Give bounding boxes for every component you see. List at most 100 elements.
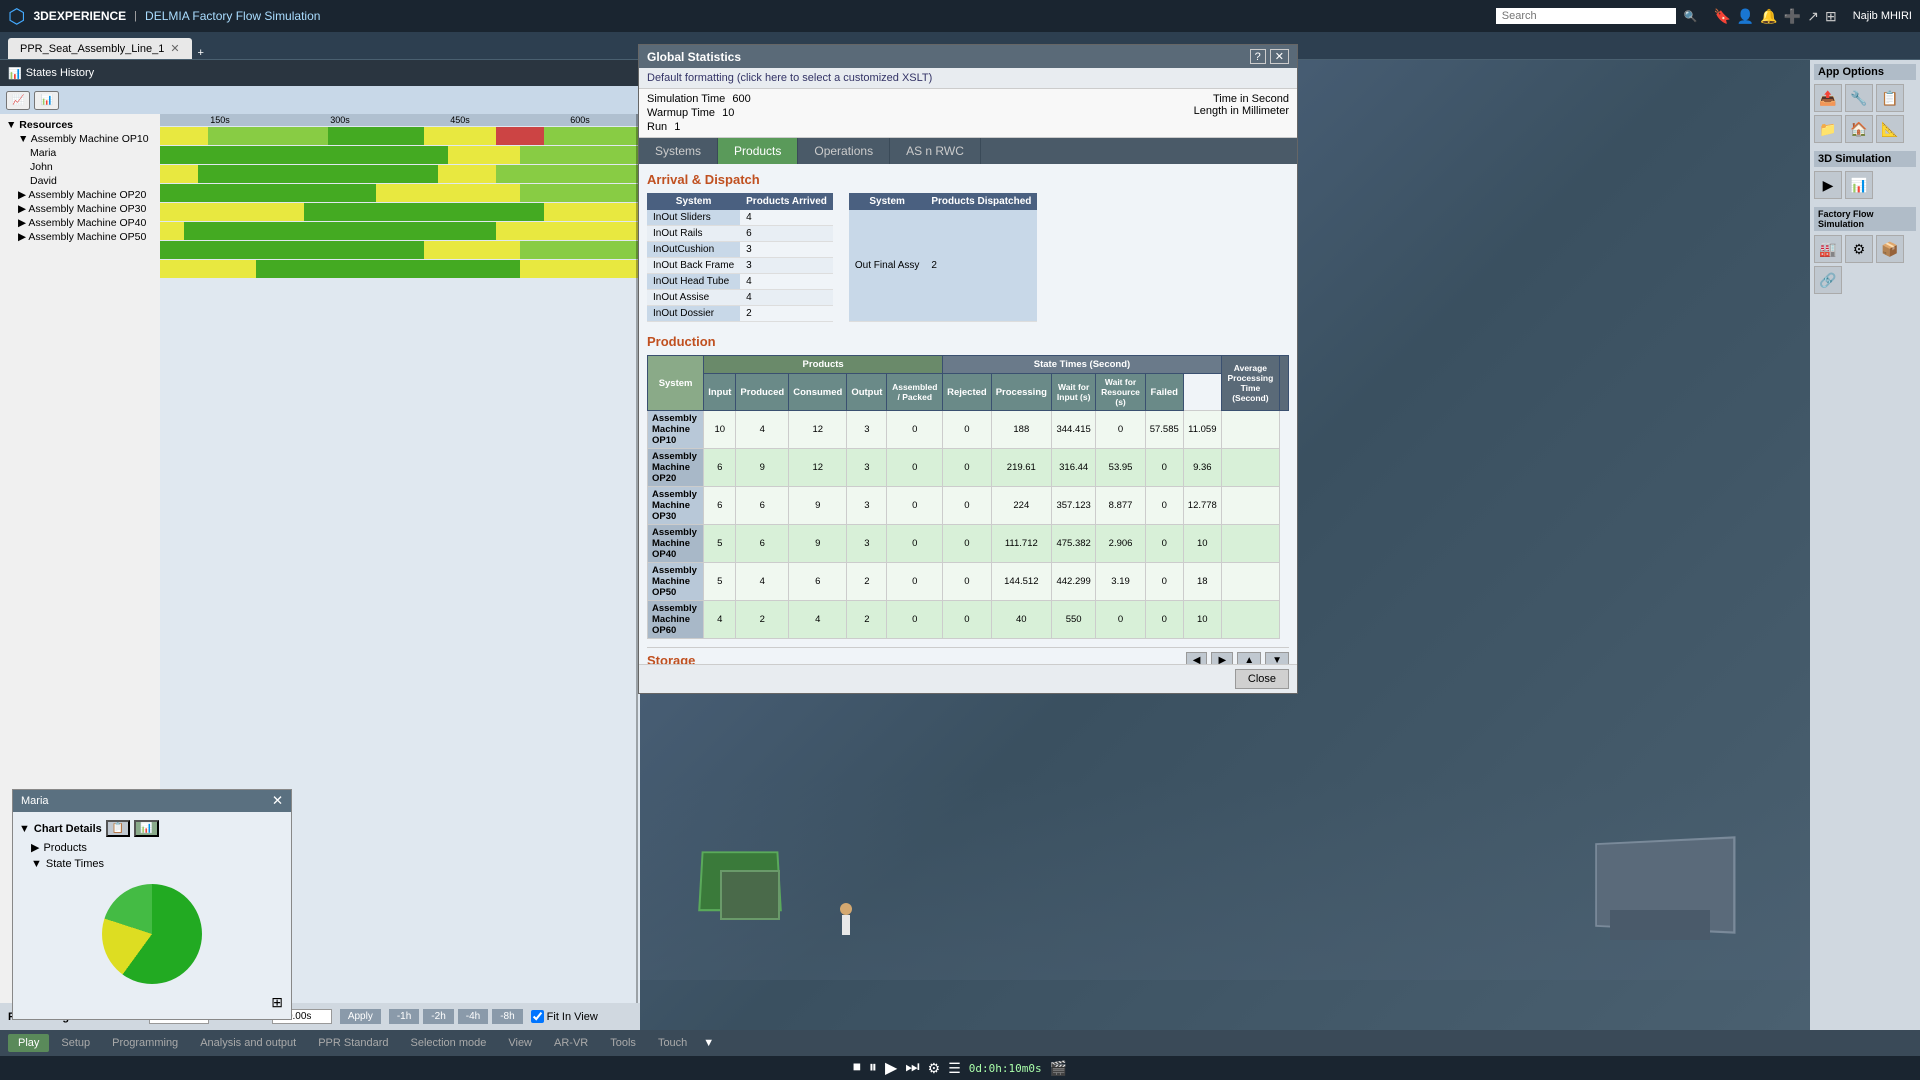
pb-play-btn[interactable]: ▶ xyxy=(885,1058,897,1078)
more-tabs-icon[interactable]: ▼ xyxy=(703,1037,714,1049)
bookmark-icon[interactable]: 🔖 xyxy=(1713,8,1730,25)
pb-stop-btn[interactable]: ⏹ xyxy=(853,1059,861,1077)
tab-play[interactable]: Play xyxy=(8,1034,49,1052)
storage-title: Storage xyxy=(647,653,695,664)
add-icon[interactable]: ➕ xyxy=(1784,8,1801,25)
tree-david[interactable]: David xyxy=(4,174,156,188)
ro-btn-6[interactable]: 📐 xyxy=(1876,115,1904,143)
gs-tab-as-rwc[interactable]: AS n RWC xyxy=(890,138,981,164)
ro-btn-4[interactable]: 📁 xyxy=(1814,115,1842,143)
states-history-bar: 📊 States History xyxy=(0,60,640,86)
tree-machine-op40[interactable]: ▶ Assembly Machine OP40 xyxy=(4,216,156,230)
production-table: System Products State Times (Second) Ave… xyxy=(647,355,1289,639)
tab-setup[interactable]: Setup xyxy=(51,1034,100,1052)
pb-record-btn[interactable]: 🎬 xyxy=(1050,1060,1067,1077)
ff-btn-3[interactable]: 📦 xyxy=(1876,235,1904,263)
gs-body: Arrival & Dispatch System Products Arriv… xyxy=(639,164,1297,664)
file-tab[interactable]: PPR_Seat_Assembly_Line_1 ✕ xyxy=(8,38,192,59)
gs-tab-products[interactable]: Products xyxy=(718,138,798,164)
gs-xslt-bar[interactable]: Default formatting (click here to select… xyxy=(639,68,1297,89)
maria-panel-close[interactable]: ✕ xyxy=(272,793,283,809)
tree-machine-op20[interactable]: ▶ Assembly Machine OP20 xyxy=(4,188,156,202)
gantt-row-1 xyxy=(160,127,640,145)
gs-close-btn[interactable]: ✕ xyxy=(1270,49,1289,64)
tab-label: PPR_Seat_Assembly_Line_1 xyxy=(20,43,164,55)
btn-2h[interactable]: -2h xyxy=(423,1009,453,1024)
tab-view[interactable]: View xyxy=(498,1034,542,1052)
fit-in-view-checkbox[interactable] xyxy=(531,1010,544,1023)
chart-view-btn-1[interactable]: 📋 xyxy=(106,820,130,837)
pb-timer: 0d:0h:10m0s xyxy=(969,1062,1042,1075)
tab-analysis[interactable]: Analysis and output xyxy=(190,1034,306,1052)
apply-button[interactable]: Apply xyxy=(340,1009,381,1024)
tab-touch[interactable]: Touch xyxy=(648,1034,697,1052)
btn-1h[interactable]: -1h xyxy=(389,1009,419,1024)
gs-tab-systems[interactable]: Systems xyxy=(639,138,718,164)
user-icon[interactable]: 👤 xyxy=(1737,8,1754,25)
btn-4h[interactable]: -4h xyxy=(458,1009,488,1024)
production-header-row-2: Input Produced Consumed Output Assembled… xyxy=(648,374,1289,411)
notifications-icon[interactable]: 🔔 xyxy=(1760,8,1777,25)
sim-btn-2[interactable]: 📊 xyxy=(1845,171,1873,199)
gs-scroll-down[interactable]: ▼ xyxy=(1265,652,1289,664)
gs-help-btn[interactable]: ? xyxy=(1250,49,1266,64)
pb-pause-btn[interactable]: ⏸ xyxy=(869,1059,877,1077)
ro-btn-1[interactable]: 📤 xyxy=(1814,84,1842,112)
states-history-icon: 📊 xyxy=(8,67,22,80)
chart-details-header[interactable]: ▼ Chart Details 📋 📊 xyxy=(19,818,285,839)
tree-machine-op30[interactable]: ▶ Assembly Machine OP30 xyxy=(4,202,156,216)
ff-btn-4[interactable]: 🔗 xyxy=(1814,266,1842,294)
ff-btn-2[interactable]: ⚙ xyxy=(1845,235,1873,263)
tab-tools[interactable]: Tools xyxy=(600,1034,646,1052)
products-section[interactable]: ▶ Products xyxy=(31,839,285,856)
ff-btn-1[interactable]: 🏭 xyxy=(1814,235,1842,263)
storage-section: Storage ◀ ▶ ▲ ▼ xyxy=(647,647,1289,664)
tab-programming[interactable]: Programming xyxy=(102,1034,188,1052)
ro-btn-3[interactable]: 📋 xyxy=(1876,84,1904,112)
arrival-dispatch-section: Arrival & Dispatch System Products Arriv… xyxy=(647,172,1289,322)
search-icon[interactable]: 🔍 xyxy=(1684,10,1698,23)
state-times-section[interactable]: ▼ State Times xyxy=(31,856,285,872)
gs-tab-operations[interactable]: Operations xyxy=(798,138,890,164)
pb-list-btn[interactable]: ☰ xyxy=(948,1060,961,1077)
storage-scroll-right[interactable]: ▶ xyxy=(1211,652,1233,664)
expand-icon[interactable]: ⊞ xyxy=(1825,8,1837,25)
tree-john[interactable]: John xyxy=(4,160,156,174)
sim-btn-1[interactable]: ▶ xyxy=(1814,171,1842,199)
maria-panel-footer: ⊞ xyxy=(19,992,285,1013)
ro-btn-5[interactable]: 🏠 xyxy=(1845,115,1873,143)
pb-settings-btn[interactable]: ⚙ xyxy=(928,1060,941,1077)
close-tab-icon[interactable]: ✕ xyxy=(170,42,179,55)
tree-machine-op50[interactable]: ▶ Assembly Machine OP50 xyxy=(4,230,156,244)
table-row: InOut Assise4 xyxy=(647,290,833,306)
chart-view-btn-2[interactable]: 📊 xyxy=(134,820,158,837)
products-label: Products xyxy=(43,842,86,854)
tool-tabs: Play Setup Programming Analysis and outp… xyxy=(0,1030,1920,1056)
btn-8h[interactable]: -8h xyxy=(492,1009,522,1024)
dispatch-table-body: Out Final Assy2 xyxy=(849,210,1038,322)
gs-scroll-up[interactable]: ▲ xyxy=(1237,652,1261,664)
search-input[interactable] xyxy=(1496,8,1676,24)
gs-run: Run 1 xyxy=(647,121,751,133)
tab-selection-mode[interactable]: Selection mode xyxy=(401,1034,497,1052)
pb-step-btn[interactable]: ⏭ xyxy=(905,1059,919,1077)
storage-scroll-left[interactable]: ◀ xyxy=(1186,652,1208,664)
gantt-row-7 xyxy=(160,241,640,259)
tree-machine-op10[interactable]: ▼ Assembly Machine OP10 xyxy=(4,132,156,146)
app-options-title: App Options xyxy=(1814,64,1916,80)
expand-chart-icon[interactable]: ⊞ xyxy=(271,994,283,1010)
production-table-wrapper: System Products State Times (Second) Ave… xyxy=(647,355,1289,639)
fit-in-view-label[interactable]: Fit In View xyxy=(531,1010,598,1023)
right-panel: App Options 📤 🔧 📋 📁 🏠 📐 3D Simulation ▶ … xyxy=(1810,60,1920,1030)
share-icon[interactable]: ↗ xyxy=(1807,8,1819,25)
tab-ppr-standard[interactable]: PPR Standard xyxy=(308,1034,398,1052)
tree-maria[interactable]: Maria xyxy=(4,146,156,160)
chart-btn-2[interactable]: 📊 xyxy=(34,91,58,110)
dispatch-th-products: Products Dispatched xyxy=(925,193,1037,210)
close-button[interactable]: Close xyxy=(1235,669,1289,689)
ro-btn-2[interactable]: 🔧 xyxy=(1845,84,1873,112)
add-tab-icon[interactable]: + xyxy=(198,47,204,59)
chart-btn-1[interactable]: 📈 xyxy=(6,91,30,110)
tab-ar-vr[interactable]: AR-VR xyxy=(544,1034,598,1052)
bottom-toolbar: Play Setup Programming Analysis and outp… xyxy=(0,1030,1920,1080)
